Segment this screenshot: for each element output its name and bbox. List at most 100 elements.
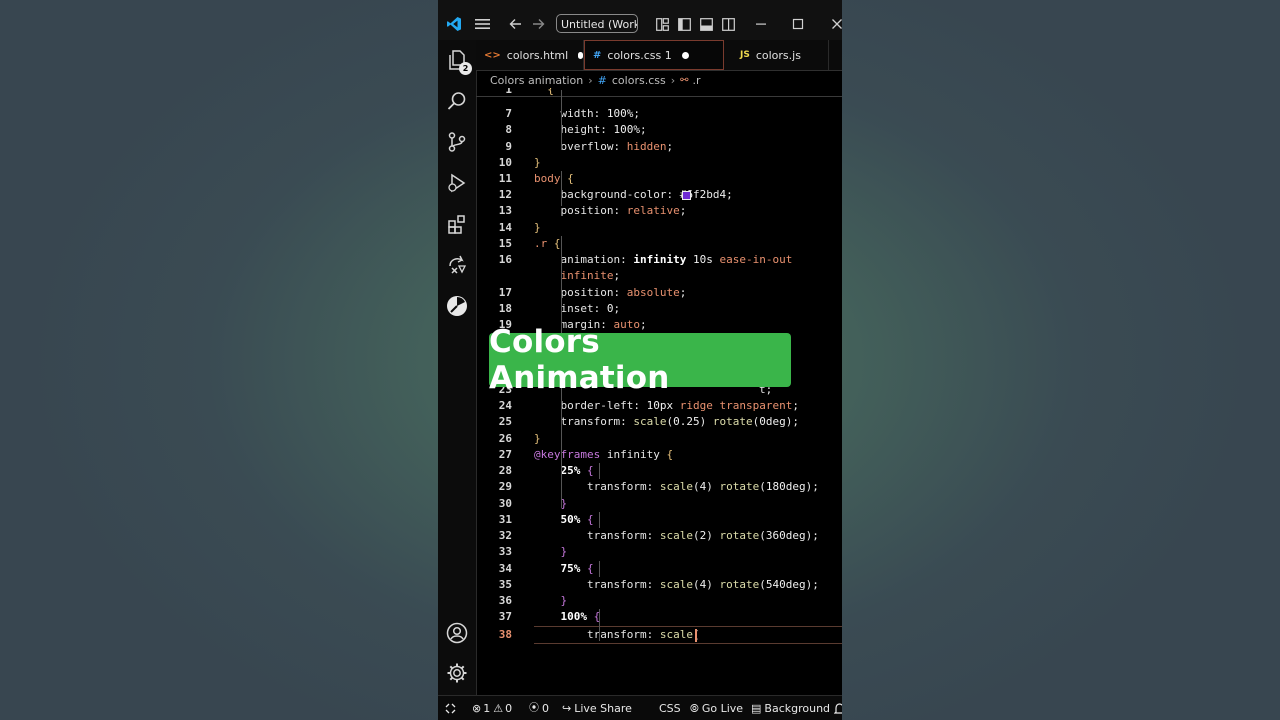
code-line[interactable]: 29 transform: scale(4) rotate(180deg); [476,479,842,495]
maximize-icon[interactable] [788,12,808,36]
extensions-icon[interactable] [443,210,471,238]
code-text: inset: 0; [560,302,621,315]
code-line[interactable]: 27 @keyframes infinity { [476,447,842,463]
toggle-secondary-sidebar-icon[interactable] [718,12,738,36]
close-icon[interactable] [827,12,842,36]
source-control-icon[interactable] [443,128,471,156]
line-number: 32 [498,529,512,542]
command-center-search[interactable]: Untitled (Workspace) [556,14,638,33]
line-number: 7 [505,107,512,120]
code-text: 100% { [560,610,601,623]
code-text: infinite; [560,269,621,282]
explorer-badge: 2 [459,62,472,75]
code-text: @keyframes infinity { [534,448,674,461]
line-number: 10 [498,156,512,169]
line-number: 27 [498,448,512,461]
code-line[interactable]: 36 } [476,593,842,609]
breadcrumb-symbol[interactable]: .r [693,74,701,87]
code-line[interactable]: 24 border-left: 10px ridge transparent; [476,398,842,414]
line-number: 13 [498,204,512,217]
background-icon: ▤ [751,702,762,715]
code-line[interactable]: 1 { [476,88,842,98]
tab-colors-js[interactable]: JS colors.js [726,40,829,70]
color-swatch-icon[interactable] [682,191,691,200]
breadcrumb-file[interactable]: colors.css [612,74,666,87]
ports-count: 0 [542,702,549,715]
code-text: position: relative; [560,204,687,217]
line-number: 12 [498,188,512,201]
code-line[interactable]: 12 background-color: #6f2bd4; [476,187,842,203]
search-icon[interactable] [443,87,471,115]
line-number: 14 [498,221,512,234]
unsaved-dot-icon[interactable] [578,51,583,59]
code-line[interactable]: 38 transform: scale( [499,626,842,644]
code-line[interactable]: 34 75% { [476,561,842,577]
error-icon: ⊗ [472,702,482,715]
tab-colors-css[interactable]: # colors.css 1 [584,40,724,70]
code-line[interactable]: 28 25% { [476,463,842,479]
code-line[interactable]: 17 position: absolute; [476,285,842,301]
code-line[interactable]: 32 transform: scale(2) rotate(360deg); [476,528,842,544]
code-text: transform: scale( [586,628,700,641]
tab-colors-html[interactable]: <> colors.html [484,40,584,70]
code-line[interactable]: 35 transform: scale(4) rotate(540deg); [476,577,842,593]
line-number: 38 [498,628,512,641]
remote-explorer-icon[interactable] [443,251,471,279]
code-line[interactable]: 8 height: 100%; [476,122,842,138]
go-live-button[interactable]: ⦾ Go Live [690,701,743,716]
ports-indicator[interactable]: ⦿ 0 [529,701,549,716]
code-text: overflow: hidden; [560,140,674,153]
explorer-icon[interactable]: 2 [443,46,472,75]
code-line[interactable]: 11 body { [476,171,842,187]
back-arrow-icon[interactable] [505,12,525,36]
code-line[interactable]: 25 transform: scale(0.25) rotate(0deg); [476,414,842,430]
code-line[interactable]: 30 } [476,496,842,512]
customize-layout-icon[interactable] [652,12,672,36]
line-number: 37 [498,610,512,623]
line-number: 30 [498,497,512,510]
notifications-bell-icon[interactable] [834,701,842,716]
unsaved-dot-icon[interactable] [681,51,689,59]
css-file-icon: # [593,49,602,61]
accounts-icon[interactable] [443,619,471,647]
code-line[interactable]: 10} [476,155,842,171]
code-line[interactable]: 31 50% { [476,512,842,528]
go-live-label: Go Live [701,702,744,715]
code-line[interactable]: 26} [476,431,842,447]
background-button[interactable]: ▤ Background [751,701,830,716]
remote-indicator-icon[interactable] [445,701,456,716]
code-text: transform: scale(4) rotate(180deg); [586,480,819,493]
timer-extension-icon[interactable] [443,292,471,320]
code-text: 75% { [560,562,594,575]
line-number: 31 [498,513,512,526]
code-line[interactable]: 33 } [476,544,842,560]
live-share-button[interactable]: ↪ Live Share [562,701,632,716]
code-line[interactable]: 15 .r { [476,236,842,252]
code-line[interactable]: 16 animation: infinity 10s ease-in-out [476,252,842,268]
code-line[interactable]: 9 overflow: hidden; [476,139,842,155]
line-number: 8 [505,123,512,136]
problems-indicator[interactable]: ⊗ 1 ⚠ 0 [472,701,512,716]
code-line[interactable]: 14} [476,220,842,236]
code-line[interactable]: 18 inset: 0; [476,301,842,317]
code-line[interactable]: 13 position: relative; [476,203,842,219]
minimize-icon[interactable] [751,12,771,36]
toggle-panel-icon[interactable] [696,12,716,36]
code-text: } [534,221,541,234]
breadcrumb: Colors animation › # colors.css › ⚯ .r [490,72,701,88]
symbol-class-icon: ⚯ [680,74,689,86]
menu-icon[interactable] [471,12,493,36]
code-line[interactable]: 7 width: 100%; [476,106,842,122]
language-mode[interactable]: CSS [659,701,681,716]
css-file-icon: # [597,73,607,87]
forward-arrow-icon[interactable] [528,12,548,36]
toggle-primary-sidebar-icon[interactable] [674,12,694,36]
code-line[interactable]: 37 100% { [476,609,842,625]
line-number: 24 [498,399,512,412]
breadcrumb-folder[interactable]: Colors animation [490,74,583,87]
run-debug-icon[interactable] [443,169,471,197]
code-line[interactable]: infinite; [476,268,842,284]
code-text: animation: infinity 10s ease-in-out [560,253,793,266]
line-number: 35 [498,578,512,591]
manage-gear-icon[interactable] [443,659,471,687]
